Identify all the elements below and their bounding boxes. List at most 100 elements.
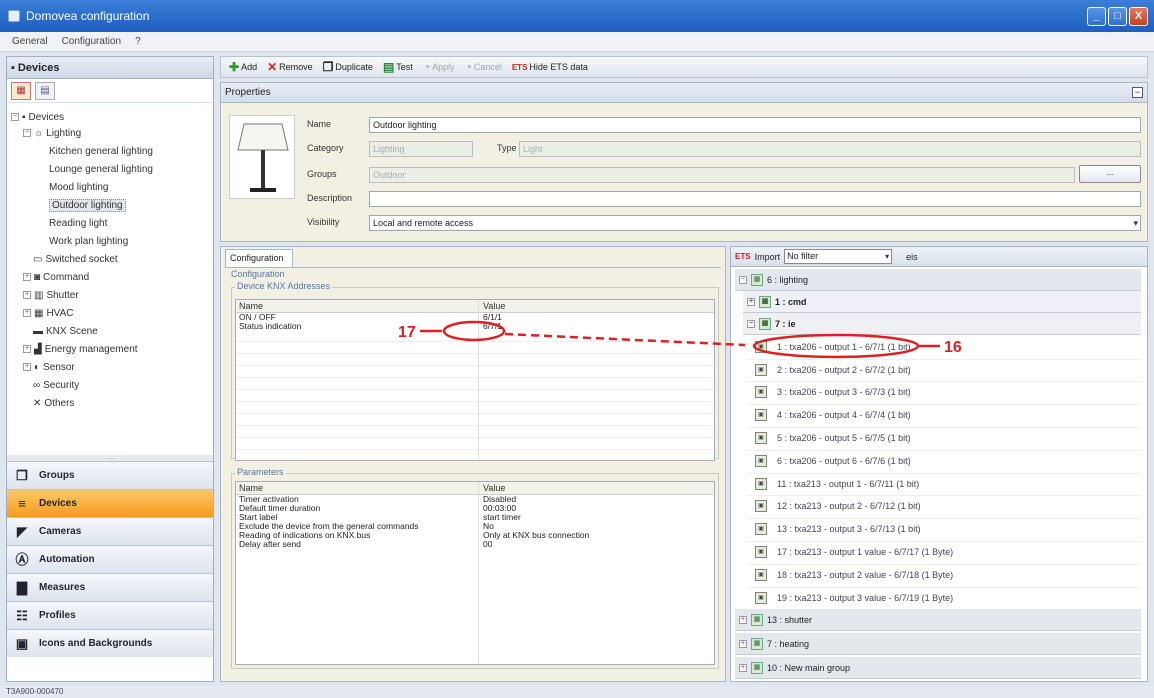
table-row[interactable]: Default timer duration 00:03:00 [236, 504, 714, 513]
group-address-icon: ▣ [755, 591, 767, 604]
tree-item-light[interactable]: Kitchen general lighting [49, 143, 153, 159]
table-row[interactable]: Delay after send 00 [236, 540, 714, 549]
apply-button[interactable]: ◔ Apply [423, 60, 455, 74]
remove-button[interactable]: ✕ Remove [267, 60, 313, 74]
expand-icon[interactable]: + [23, 291, 31, 299]
group-address-item[interactable]: ▣ 2 : txa206 - output 2 - 6/7/2 (1 bit) [747, 358, 1141, 383]
collapse-icon[interactable]: − [739, 275, 747, 284]
group-address-item[interactable]: ▣ 11 : txa213 - output 1 - 6/7/11 (1 bit) [747, 472, 1141, 497]
group-address-item[interactable]: ▣ 17 : txa213 - output 1 value - 6/7/17 (… [747, 540, 1141, 565]
group-address-item[interactable]: ▣ 5 : txa206 - output 5 - 6/7/5 (1 bit) [747, 426, 1141, 451]
table-row[interactable]: Timer activation Disabled [236, 495, 714, 504]
nav-automation[interactable]: Ⓐ Automation [7, 545, 213, 573]
maximize-button[interactable]: □ [1108, 7, 1127, 26]
column-header-value: Value [483, 301, 506, 311]
collapse-icon[interactable]: − [1132, 87, 1143, 98]
sensor-icon: ◐ [34, 361, 41, 373]
nav-groups[interactable]: ❐ Groups [7, 461, 213, 489]
group-shutter[interactable]: + ▦ 13 : shutter [735, 609, 1141, 631]
tree-node-shutter[interactable]: + ▥ Shutter [23, 287, 79, 303]
visibility-select[interactable]: Local and remote access ▾ [369, 215, 1141, 231]
tree-node-sensor[interactable]: + ◐ Sensor [23, 359, 75, 375]
import-button[interactable]: Import [755, 252, 781, 262]
tree-item-outdoor-lighting[interactable]: Outdoor lighting [49, 197, 126, 213]
table-row[interactable]: Status indication 6/7/1 [236, 322, 714, 331]
description-input[interactable] [369, 191, 1141, 207]
hide-ets-button[interactable]: ETS Hide ETS data [512, 62, 588, 72]
group-heating[interactable]: + ▦ 7 : heating [735, 633, 1141, 655]
tree-node-security[interactable]: ∞ Security [33, 377, 79, 393]
configuration-section-label: Configuration [229, 269, 287, 279]
add-button[interactable]: ✚ Add [229, 60, 257, 74]
group-address-item[interactable]: ▣ 3 : txa206 - output 3 - 6/7/3 (1 bit) [747, 381, 1141, 406]
group-ie[interactable]: − ▦ 7 : ie [743, 313, 1141, 335]
table-row[interactable]: ON / OFF 6/1/1 [236, 313, 714, 322]
tree-node-others[interactable]: ✕ Others [33, 395, 74, 411]
tree-node-knx-scene[interactable]: ▬ KNX Scene [33, 323, 98, 339]
tree-view-icon[interactable]: ▦ [11, 81, 31, 100]
tree-node-command[interactable]: + ◙ Command [23, 269, 89, 285]
tree-item-light[interactable]: Mood lighting [49, 179, 108, 195]
expand-icon[interactable]: + [739, 615, 747, 624]
filter-select[interactable]: No filter ▾ [784, 249, 893, 264]
expand-icon[interactable]: + [23, 309, 31, 317]
add-icon: ✚ [229, 60, 240, 74]
table-row[interactable]: Start label start timer [236, 513, 714, 522]
tree-item-light[interactable]: Work plan lighting [49, 233, 128, 249]
menu-general[interactable]: General [12, 36, 48, 47]
chevron-down-icon[interactable]: ▾ [1133, 216, 1138, 230]
collapse-icon[interactable]: − [11, 113, 19, 121]
image-icon: ▣ [15, 635, 29, 651]
expand-icon[interactable]: + [23, 363, 31, 371]
groups-browse-button[interactable]: ... [1079, 165, 1141, 183]
menu-help[interactable]: ? [135, 36, 141, 47]
tree-item-light[interactable]: Lounge general lighting [49, 161, 153, 177]
minimize-button[interactable]: _ [1087, 7, 1106, 26]
collapse-icon[interactable]: − [23, 129, 31, 137]
group-address-icon: ▣ [755, 340, 767, 353]
group-new-main[interactable]: + ▦ 10 : New main group [735, 657, 1141, 679]
nav-profiles[interactable]: ☷ Profiles [7, 601, 213, 629]
test-button[interactable]: ▤ Test [383, 60, 413, 74]
expand-icon[interactable]: + [739, 639, 747, 648]
expand-icon[interactable]: + [739, 663, 747, 672]
group-address-item[interactable]: ▣ 4 : txa206 - output 4 - 6/7/4 (1 bit) [747, 403, 1141, 428]
group-address-item[interactable]: ▣ 13 : txa213 - output 3 - 6/7/13 (1 bit) [747, 517, 1141, 542]
nav-devices[interactable]: ≡ Devices [7, 489, 213, 517]
tree-node-devices[interactable]: − ▪ Devices [11, 109, 64, 125]
group-address-item[interactable]: ▣ 19 : txa213 - output 3 value - 6/7/19 (… [747, 586, 1141, 611]
tree-node-lighting[interactable]: − ☼ Lighting [23, 125, 81, 141]
tree-node-hvac[interactable]: + ▦ HVAC [23, 305, 74, 321]
group-address-item[interactable]: ▣ 6 : txa206 - output 6 - 6/7/6 (1 bit) [747, 449, 1141, 474]
tree-node-energy[interactable]: + ▟ Energy management [23, 341, 138, 357]
close-button[interactable]: X [1129, 7, 1148, 26]
group-address-item[interactable]: ▣ 1 : txa206 - output 1 - 6/7/1 (1 bit) [747, 335, 1141, 360]
duplicate-button[interactable]: ❐ Duplicate [323, 60, 373, 74]
collapse-icon[interactable]: − [747, 319, 755, 328]
name-input[interactable]: Outdoor lighting [369, 117, 1141, 133]
group-cmd[interactable]: + ▦ 1 : cmd [743, 291, 1141, 313]
nav-cameras[interactable]: ◤ Cameras [7, 517, 213, 545]
column-header-name: Name [239, 301, 264, 311]
expand-icon[interactable]: + [23, 273, 31, 281]
menu-configuration[interactable]: Configuration [62, 36, 121, 47]
list-view-icon[interactable]: ▤ [35, 81, 55, 100]
nav-icons-backgrounds[interactable]: ▣ Icons and Backgrounds [7, 629, 213, 657]
grid-header: Name Value [236, 482, 714, 495]
group-address-item[interactable]: ▣ 12 : txa213 - output 2 - 6/7/12 (1 bit) [747, 495, 1141, 520]
nav-measures[interactable]: ▇ Measures [7, 573, 213, 601]
cancel-button[interactable]: ◔ Cancel [465, 60, 502, 74]
table-row[interactable]: Reading of indications on KNX bus Only at… [236, 531, 714, 540]
expand-icon[interactable]: + [23, 345, 31, 353]
tab-configuration[interactable]: Configuration [225, 249, 293, 267]
tree-node-switched-socket[interactable]: ▭ Switched socket [33, 251, 118, 267]
bar-chart-icon: ▟ [34, 343, 42, 355]
group-address-label: 13 : txa213 - output 3 - 6/7/13 (1 bit) [777, 524, 921, 535]
group-address-item[interactable]: ▣ 18 : txa213 - output 2 value - 6/7/18 (… [747, 563, 1141, 588]
table-row[interactable]: Exclude the device from the general comm… [236, 522, 714, 531]
group-lighting[interactable]: − ▦ 6 : lighting [735, 269, 1141, 291]
devices-header-icon: ▪ [11, 61, 15, 74]
parameters-legend: Parameters [235, 467, 286, 477]
expand-icon[interactable]: + [747, 297, 755, 306]
tree-item-light[interactable]: Reading light [49, 215, 107, 231]
